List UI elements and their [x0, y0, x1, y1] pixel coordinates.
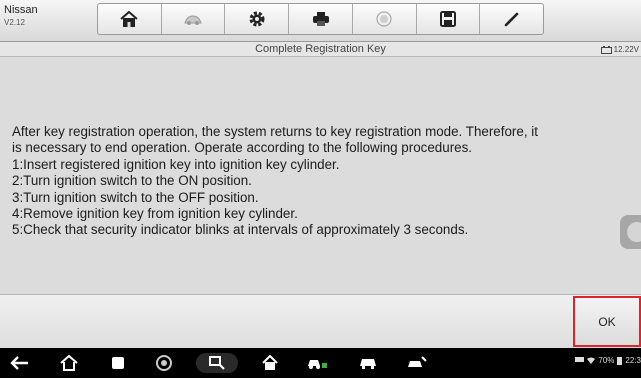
remote-connect-icon [209, 356, 225, 370]
back-icon [10, 356, 28, 370]
print-icon [312, 12, 329, 26]
back-button[interactable] [6, 353, 34, 373]
car-diagnostic-icon [308, 360, 327, 369]
car-diagnostic-button[interactable] [304, 353, 332, 373]
save-icon [439, 11, 456, 27]
toolbar-buttons [97, 3, 544, 35]
settings-button[interactable] [225, 4, 290, 34]
title-bar: Complete Registration Key 12.22V [0, 42, 641, 57]
home-icon [60, 355, 78, 371]
software-version: V2.12 [4, 18, 25, 27]
recent-apps-icon [112, 357, 124, 369]
settings-gear-icon [249, 11, 265, 27]
vehicle-info: Nissan V2.12 [4, 4, 64, 38]
battery-voltage: 12.22V [600, 43, 639, 56]
vehicle-make: Nissan [4, 4, 38, 16]
chrome-icon [156, 355, 172, 371]
chrome-button[interactable] [150, 353, 178, 373]
autel-home-button[interactable] [256, 353, 284, 373]
chat-icon [575, 357, 585, 362]
page-title: Complete Registration Key [255, 43, 386, 55]
car-service-icon [408, 356, 427, 367]
top-toolbar: Nissan V2.12 [0, 0, 641, 42]
voltage-value: 12.22V [613, 45, 639, 54]
help-button[interactable] [353, 4, 417, 34]
car-icon [360, 359, 376, 369]
action-bar: OK [0, 294, 641, 348]
clock: 22:3 [625, 356, 641, 365]
battery-percent: 70% [598, 356, 615, 365]
battery-icon [600, 45, 612, 54]
recent-apps-button[interactable] [104, 353, 132, 373]
home-icon [120, 10, 139, 27]
system-navigation-bar: 70% 22:3 [0, 348, 641, 378]
ok-button[interactable]: OK [573, 296, 641, 347]
status-area: 70% 22:3 [575, 356, 641, 365]
message-panel: After key registration operation, the sy… [0, 57, 641, 294]
save-button[interactable] [417, 4, 481, 34]
remote-connect-button[interactable] [196, 353, 238, 373]
autel-home-icon [262, 355, 278, 370]
android-home-button[interactable] [55, 353, 83, 373]
battery-status-icon [617, 356, 623, 365]
print-button[interactable] [289, 4, 353, 34]
vehicle-swap-icon [184, 15, 202, 25]
help-icon [376, 11, 392, 27]
home-button[interactable] [98, 4, 162, 34]
car-button[interactable] [354, 353, 382, 373]
wifi-icon [587, 357, 596, 364]
instruction-text: After key registration operation, the sy… [12, 124, 538, 238]
floating-scroll-button[interactable] [620, 215, 641, 249]
edit-button[interactable] [480, 4, 543, 34]
edit-pen-icon [504, 12, 518, 27]
vehicle-swap-button[interactable] [162, 4, 226, 34]
car-service-button[interactable] [404, 353, 432, 373]
